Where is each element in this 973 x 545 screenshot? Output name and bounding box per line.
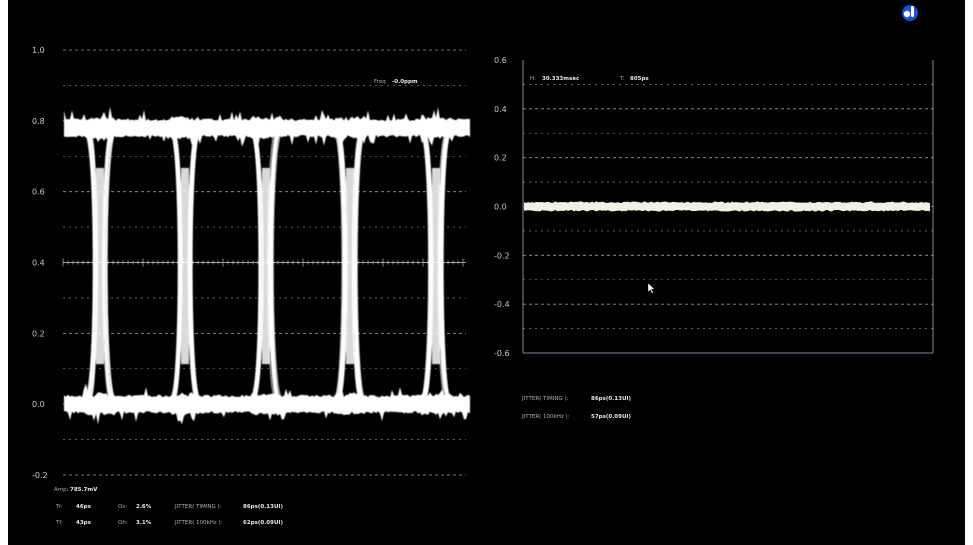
- jitter-timing-label-right: JITTER( TIMING ):: [521, 396, 569, 402]
- waveform-display: 1.0 0.8 0.6 0.4 0.2 0.0 -0.2 Freq -0.0ppm Amp:…: [32, 5, 934, 526]
- jitter-y-tick-label: -0.4: [494, 300, 510, 309]
- eye-high-band: [64, 106, 470, 147]
- eye-y-tick-label: 0.2: [32, 329, 45, 338]
- logo-icon: [902, 5, 918, 21]
- eye-y-tick-label: 0.0: [32, 400, 45, 409]
- jitter-timing-label: JITTER( TIMING ):: [174, 504, 222, 510]
- amp-label: Amp:: [54, 487, 69, 493]
- h-label: H:: [530, 76, 536, 82]
- mouse-pointer-icon: [647, 282, 655, 294]
- jitter-y-tick-label: 0.2: [494, 154, 507, 163]
- jitter-100khz-label: JITTER( 100kHz ):: [174, 520, 223, 526]
- freq-label: Freq: [374, 79, 386, 85]
- jitter-timing-value-right: 86ps(0.13UI): [591, 396, 631, 402]
- t-value: 805ps: [630, 76, 649, 82]
- eye-diagram-panel: 1.0 0.8 0.6 0.4 0.2 0.0 -0.2 Freq -0.0ppm Amp:…: [32, 46, 470, 526]
- jitter-y-tick-label: 0.4: [494, 105, 507, 114]
- eye-y-tick-labels: 1.0 0.8 0.6 0.4 0.2 0.0 -0.2: [32, 46, 48, 480]
- eye-transition-core: [96, 167, 104, 365]
- eye-transition-core: [432, 167, 440, 365]
- eye-y-tick-label: 0.6: [32, 188, 45, 197]
- eye-y-tick-label: 0.4: [32, 259, 45, 268]
- t-label: T:: [619, 76, 625, 82]
- tf-value: 43ps: [76, 520, 92, 526]
- amp-value: 785.7mV: [70, 487, 98, 493]
- tr-label: Tr:: [55, 504, 63, 510]
- jitter-band: [524, 201, 930, 212]
- eye-transition-core: [346, 167, 354, 365]
- oh-value: 3.1%: [136, 520, 152, 526]
- eye-y-tick-label: -0.2: [32, 471, 48, 480]
- jitter-timing-value: 86ps(0.13UI): [243, 504, 283, 510]
- oh-label: Oh:: [118, 520, 128, 526]
- eye-waveform: [64, 106, 470, 425]
- jitter-y-tick-label: 0.6: [494, 56, 507, 65]
- jitter-100khz-label-right: JITTER( 100kHz ):: [521, 414, 570, 420]
- jitter-y-tick-label: 0.0: [494, 203, 507, 212]
- eye-low-band: [64, 383, 470, 425]
- os-value: 2.6%: [136, 504, 152, 510]
- jitter-100khz-value-right: 57ps(0.09UI): [591, 414, 631, 420]
- eye-transition-core: [181, 167, 189, 365]
- eye-y-tick-label: 0.8: [32, 117, 45, 126]
- jitter-y-tick-label: -0.6: [494, 349, 510, 358]
- jitter-panel: 0.6 0.4 0.2 0.0 -0.2 -0.4 -0.6 H: 30.333msec T…: [494, 56, 934, 420]
- os-label: Os:: [118, 504, 127, 510]
- waveform-monitor-screen: 1.0 0.8 0.6 0.4 0.2 0.0 -0.2 Freq -0.0ppm Amp:…: [8, 0, 965, 545]
- jitter-y-tick-label: -0.2: [494, 251, 510, 260]
- eye-transition-core: [262, 167, 270, 365]
- eye-y-tick-label: 1.0: [32, 46, 45, 55]
- jitter-100khz-value: 62ps(0.09UI): [243, 520, 283, 526]
- tf-label: Tf:: [55, 520, 63, 526]
- freq-value: -0.0ppm: [392, 79, 418, 85]
- tr-value: 46ps: [76, 504, 92, 510]
- h-value: 30.333msec: [542, 76, 579, 82]
- jitter-trace: [524, 201, 930, 212]
- jitter-y-tick-labels: 0.6 0.4 0.2 0.0 -0.2 -0.4 -0.6: [494, 56, 510, 358]
